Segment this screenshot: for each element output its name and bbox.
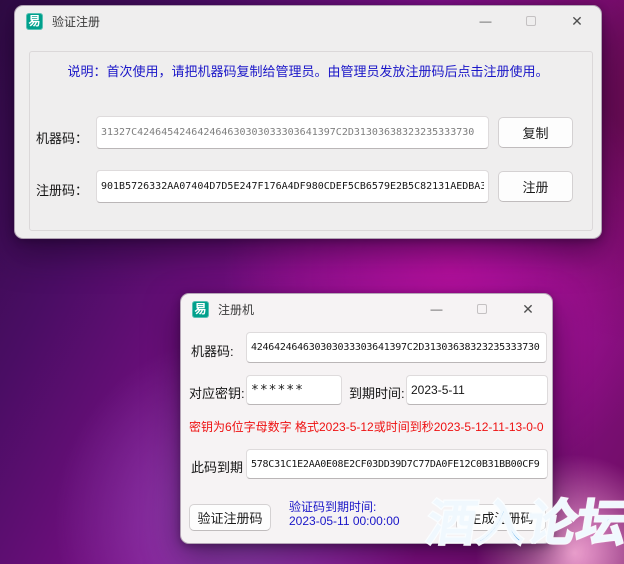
maximize-box-glyph — [477, 304, 487, 314]
key-input[interactable] — [246, 375, 342, 405]
verification-expiry-caption: 验证码到期时间: — [289, 500, 400, 514]
window-controls: — ✕ — [401, 294, 539, 324]
key-label: 对应密钥: — [189, 383, 245, 402]
machine-code-label: 机器码: — [191, 341, 234, 360]
minimize-icon[interactable]: — — [474, 6, 496, 36]
maximize-box-glyph — [526, 16, 536, 26]
easy-language-app-icon: 易 — [192, 301, 209, 318]
verification-expiry-info: 验证码到期时间: 2023-05-11 00:00:00 — [289, 500, 400, 528]
registration-code-label: 注册码： — [36, 180, 88, 199]
titlebar[interactable]: 易 验证注册 — ✕ — [15, 6, 601, 36]
machine-code-input[interactable] — [96, 116, 489, 149]
expire-time-input[interactable] — [406, 375, 548, 405]
generate-registration-code-button[interactable]: 生成注册码 — [456, 504, 546, 531]
expire-time-label: 到期时间: — [349, 383, 405, 402]
close-icon[interactable]: ✕ — [566, 6, 588, 36]
window-title: 验证注册 — [52, 13, 100, 30]
window-controls: — ✕ — [450, 6, 588, 36]
key-format-hint: 密钥为6位字母数字 格式2023-5-12或时间到秒2023-5-12-11-1… — [189, 418, 551, 435]
window-title: 注册机 — [218, 301, 254, 318]
window-keygen: 易 注册机 — ✕ 机器码: 对应密钥: 到期时间: 密钥为6位字母数字 格式2… — [180, 293, 553, 544]
copy-button[interactable]: 复制 — [498, 117, 573, 148]
minimize-icon[interactable]: — — [425, 294, 447, 324]
register-button[interactable]: 注册 — [498, 171, 573, 202]
maximize-icon[interactable] — [471, 294, 493, 324]
desktop-background: 易 验证注册 — ✕ 说明：首次使用，请把机器码复制给管理员。由管理员发放注册码… — [0, 0, 624, 564]
titlebar[interactable]: 易 注册机 — ✕ — [181, 294, 552, 324]
close-icon[interactable]: ✕ — [517, 294, 539, 324]
verify-registration-code-button[interactable]: 验证注册码 — [189, 504, 271, 531]
machine-code-input[interactable] — [246, 332, 547, 363]
code-expire-input[interactable] — [246, 449, 548, 479]
instructions-text: 说明：首次使用，请把机器码复制给管理员。由管理员发放注册码后点击注册使用。 — [15, 61, 601, 80]
registration-code-input[interactable] — [96, 170, 489, 203]
code-expire-label: 此码到期 — [191, 457, 243, 476]
easy-language-app-icon: 易 — [26, 13, 43, 30]
machine-code-label: 机器码： — [36, 128, 88, 147]
maximize-icon[interactable] — [520, 6, 542, 36]
verification-expiry-datetime: 2023-05-11 00:00:00 — [289, 514, 400, 528]
window-verify-register: 易 验证注册 — ✕ 说明：首次使用，请把机器码复制给管理员。由管理员发放注册码… — [14, 5, 602, 239]
